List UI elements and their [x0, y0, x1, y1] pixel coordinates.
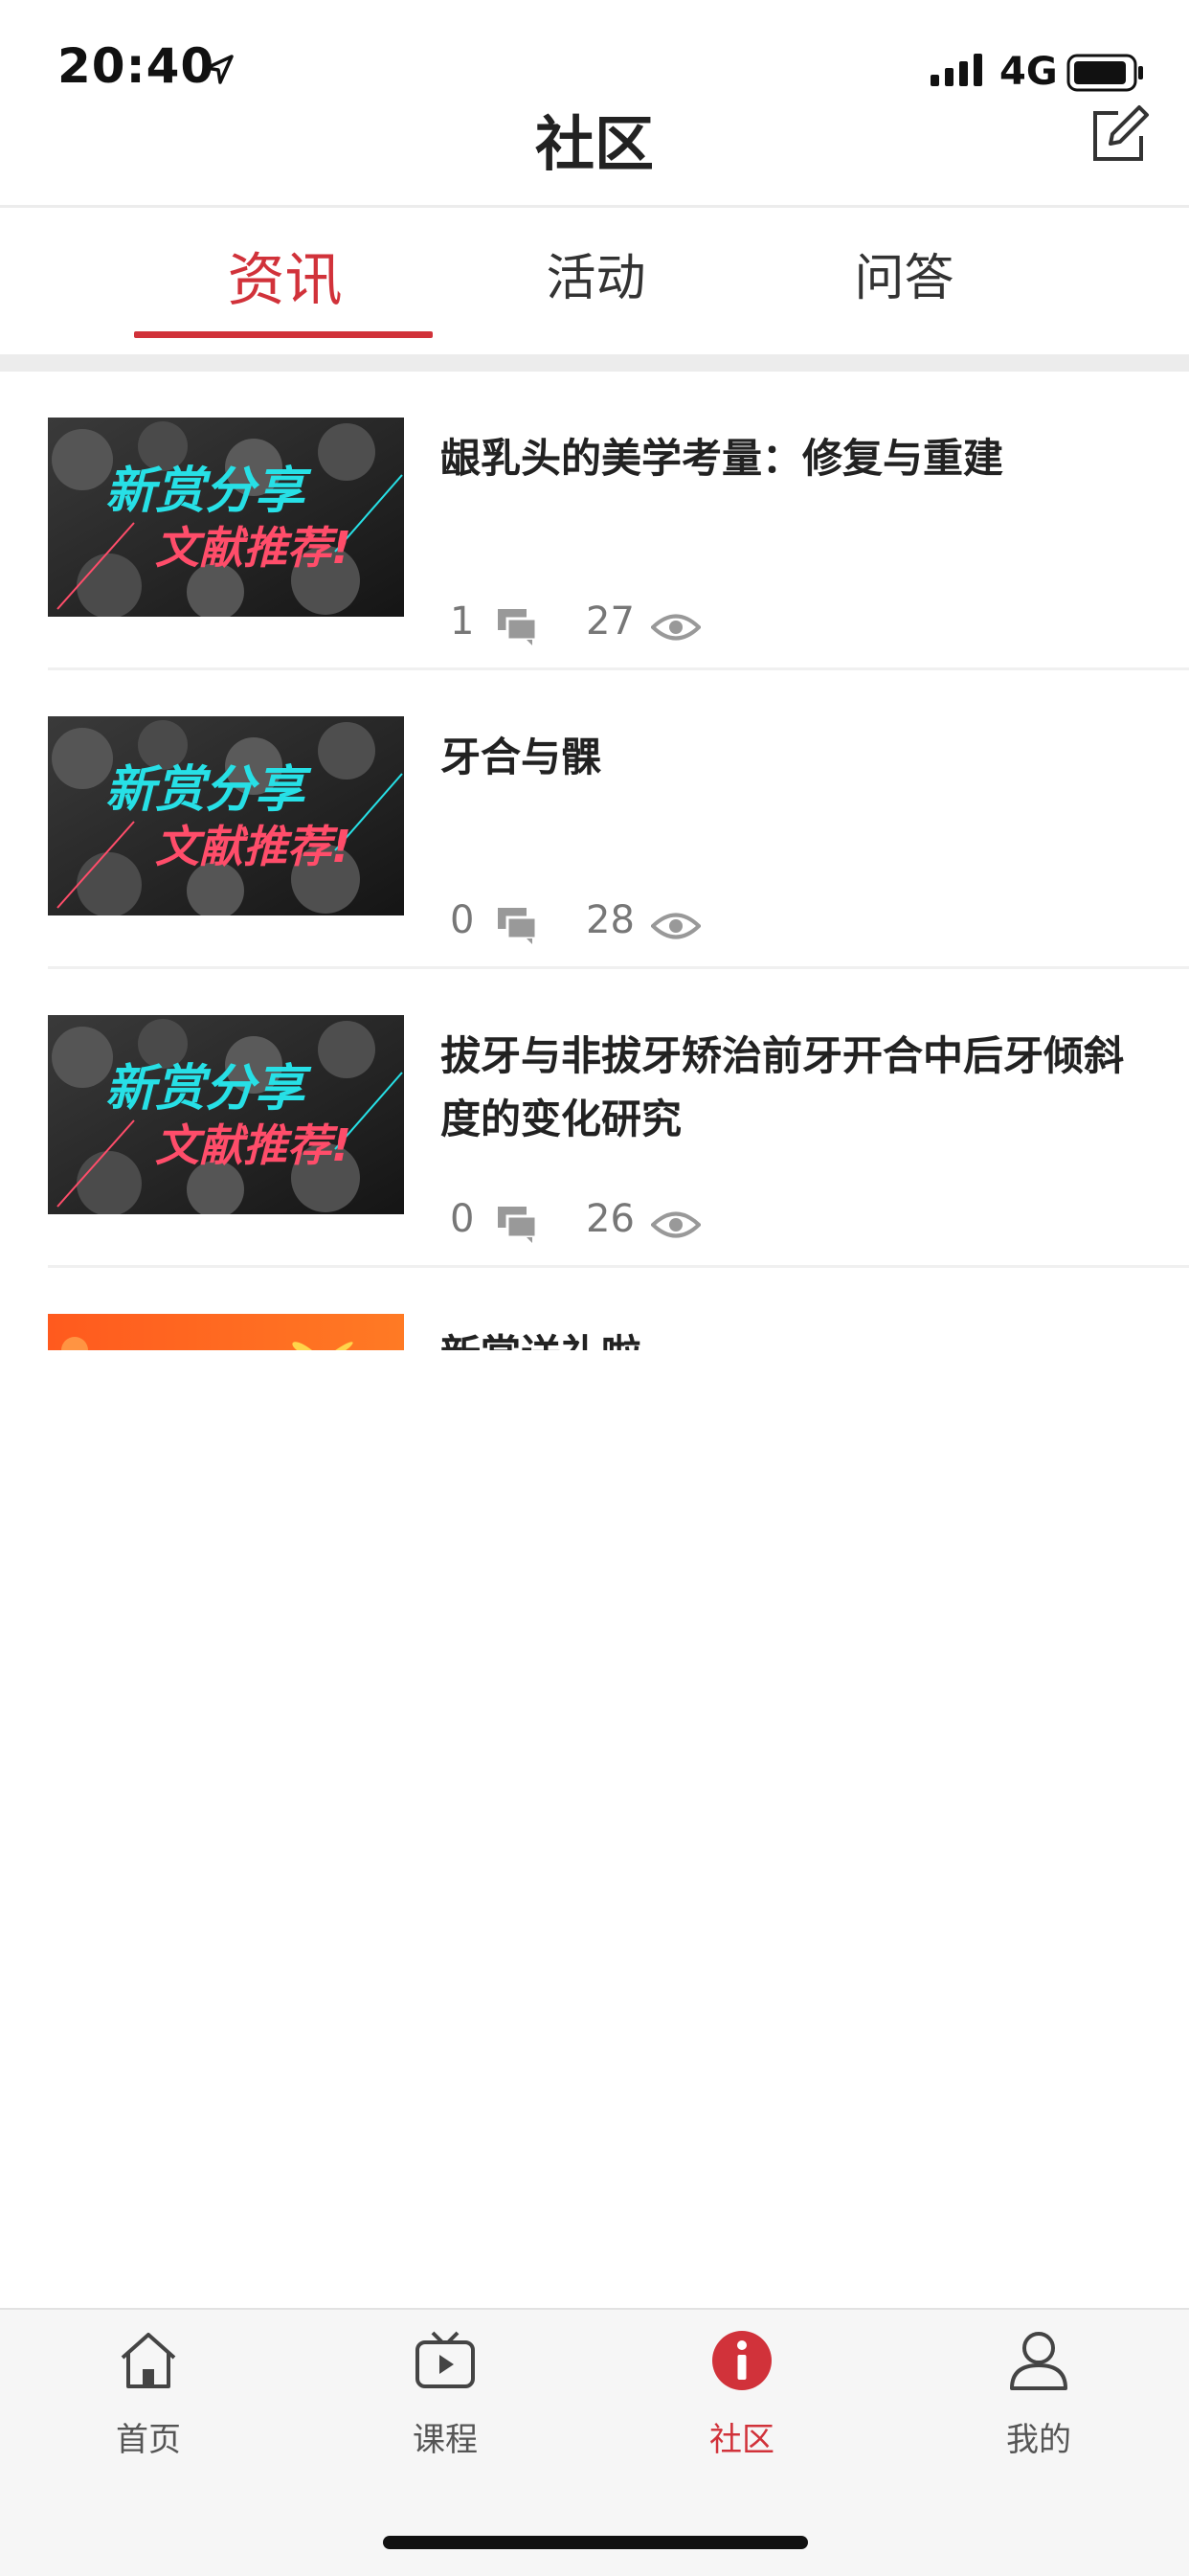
eye-icon	[651, 614, 701, 641]
article-thumbnail[interactable]: 新赏分享 文献推荐!	[48, 418, 404, 617]
view-count: 26	[586, 1197, 635, 1241]
section-divider	[0, 354, 1189, 372]
signal-icon	[931, 54, 988, 90]
article-item[interactable]: 新赏分享 文献推荐! 牙合与髁 0 28	[0, 670, 1189, 969]
page-title: 社区	[534, 109, 654, 179]
compose-button[interactable]	[1089, 103, 1151, 165]
tab-news[interactable]: 资讯	[129, 234, 440, 317]
nav-home-label: 首页	[116, 2421, 181, 2459]
comment-icon	[498, 908, 538, 944]
tv-play-icon	[415, 2331, 475, 2388]
promo-title: 新赏APP	[80, 1346, 235, 1350]
comment-count: 0	[450, 898, 475, 942]
nav-home[interactable]: 首页	[0, 2310, 297, 2501]
home-indicator	[383, 2536, 808, 2549]
info-icon	[712, 2331, 772, 2390]
active-tab-indicator	[134, 331, 433, 338]
thumbnail-headline: 新赏分享	[105, 463, 305, 520]
tab-bar: 资讯 活动 问答	[0, 209, 1189, 354]
comment-count: 0	[450, 1197, 475, 1241]
nav-profile-label: 我的	[1006, 2421, 1071, 2459]
thumbnail-subline: 文献推荐!	[155, 1119, 351, 1171]
article-item[interactable]: 新赏分享 文献推荐! 拔牙与非拔牙矫治前牙开合中后牙倾斜度的变化研究 0 26	[0, 969, 1189, 1268]
comment-count: 1	[450, 599, 475, 644]
nav-courses-label: 课程	[413, 2421, 478, 2459]
thumbnail-subline: 文献推荐!	[155, 522, 351, 574]
nav-community[interactable]: 社区	[594, 2310, 890, 2501]
battery-icon	[1066, 54, 1145, 96]
article-title[interactable]: 拔牙与非拔牙矫治前牙开合中后牙倾斜度的变化研究	[440, 1025, 1149, 1151]
thumbnail-headline: 新赏分享	[105, 1060, 305, 1118]
nav-community-label: 社区	[709, 2421, 774, 2459]
edit-icon	[1093, 105, 1149, 161]
view-count: 27	[586, 599, 635, 644]
article-title[interactable]: 新赏送礼啦~	[440, 1323, 1149, 1350]
article-thumbnail[interactable]: 新赏分享 文献推荐!	[48, 716, 404, 915]
status-time: 20:40	[57, 38, 215, 94]
location-arrow-icon	[203, 54, 236, 90]
thumbnail-headline: 新赏分享	[105, 761, 305, 819]
promo-thumbnail-bg: ?	[48, 1314, 404, 1350]
eye-icon	[651, 913, 701, 939]
home-icon	[121, 2333, 176, 2388]
comment-icon	[498, 1207, 538, 1243]
header-divider	[0, 205, 1189, 208]
tab-qa[interactable]: 问答	[749, 237, 1060, 309]
nav-courses[interactable]: 课程	[297, 2310, 594, 2501]
tab-activities[interactable]: 活动	[440, 237, 752, 309]
view-count: 28	[586, 898, 635, 942]
nav-profile[interactable]: 我的	[890, 2310, 1187, 2501]
network-type: 4G	[999, 50, 1058, 94]
article-list[interactable]: 新赏分享 文献推荐! 龈乳头的美学考量：修复与重建 1 27 新赏分享 文献推荐! 牙合与髁 0…	[0, 372, 1189, 1350]
article-title[interactable]: 牙合与髁	[440, 726, 1149, 789]
article-item[interactable]: 新赏分享 文献推荐! 龈乳头的美学考量：修复与重建 1 27	[0, 372, 1189, 670]
comment-icon	[498, 609, 538, 645]
thumbnail-subline: 文献推荐!	[155, 821, 351, 872]
user-icon	[1010, 2332, 1067, 2390]
article-title[interactable]: 龈乳头的美学考量：修复与重建	[440, 427, 1149, 490]
article-thumbnail[interactable]: ?新赏APP送礼啦惊喜即将到来上传病例在单位证明，请联系客服领取奖品	[48, 1314, 404, 1350]
article-item[interactable]: ?新赏APP送礼啦惊喜即将到来上传病例在单位证明，请联系客服领取奖品 新赏送礼啦~…	[0, 1268, 1189, 1350]
article-thumbnail[interactable]: 新赏分享 文献推荐!	[48, 1015, 404, 1214]
eye-icon	[651, 1211, 701, 1238]
